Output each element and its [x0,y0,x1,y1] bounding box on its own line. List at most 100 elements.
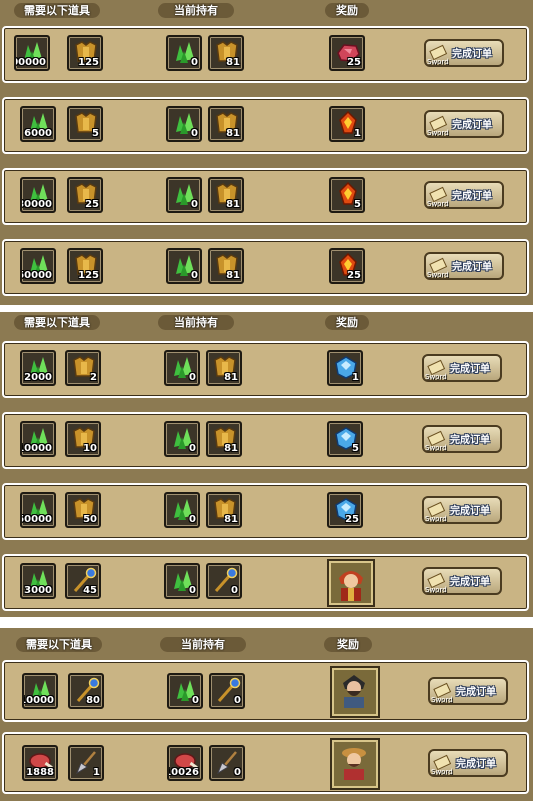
own-gem-slot[interactable]: 0 [167,673,203,709]
own-armor-slot[interactable]: 81 [206,421,242,457]
item-count: 0 [191,57,198,68]
item-count: 3000 [24,585,52,596]
req-gem-slot[interactable]: 30000 [20,177,56,213]
item-count: 25 [347,270,361,281]
complete-order-button[interactable]: 完成订单 Sword [424,39,504,67]
req-armor-slot[interactable]: 125 [67,248,103,284]
panel-header: 需要以下道具 当前持有 奖励 [0,0,533,20]
req-armor-slot[interactable]: 5 [67,106,103,142]
own-armor-slot[interactable]: 81 [206,350,242,386]
req-armor-slot[interactable]: 25 [67,177,103,213]
req-armor-slot[interactable]: 50 [65,492,101,528]
req-gem-slot[interactable]: 10000 [20,421,56,457]
order-row: 1888 1 10026 0 完成订单 Sword [2,732,529,794]
item-count: 0 [191,270,198,281]
button-label: 完成订单 [450,435,490,446]
panel-header: 需要以下道具 当前持有 奖励 [0,312,533,332]
item-count: 0 [189,585,196,596]
reward-slot[interactable]: 1 [329,106,365,142]
item-count: 125 [78,270,99,281]
req-staff-slot[interactable]: 45 [65,563,101,599]
header-owned: 当前持有 [158,315,234,330]
reward-slot[interactable]: 25 [329,248,365,284]
own-armor-slot[interactable]: 81 [208,248,244,284]
item-count: 30000 [20,199,52,210]
item-count: 0 [191,199,198,210]
req-staff-slot[interactable]: 80 [68,673,104,709]
complete-order-button[interactable]: 完成订单 Sword [424,110,504,138]
req-gem-slot[interactable]: 50000 [20,492,56,528]
own-gem-slot[interactable]: 0 [164,492,200,528]
own-staff-slot[interactable]: 0 [209,673,245,709]
complete-order-button[interactable]: 完成订单 Sword [424,252,504,280]
req-armor-slot[interactable]: 2 [65,350,101,386]
own-gem-slot[interactable]: 0 [164,563,200,599]
reward-hero-portrait[interactable] [330,666,380,718]
complete-order-button[interactable]: 完成订单 Sword [422,567,502,595]
item-count: 5 [92,128,99,139]
reward-slot[interactable]: 5 [329,177,365,213]
header-reward: 奖励 [325,3,369,18]
item-count: 10000 [20,443,52,454]
req-armor-slot[interactable]: 10 [65,421,101,457]
req-gem-slot[interactable]: 2000 [20,350,56,386]
header-reward: 奖励 [325,315,369,330]
own-gem-slot[interactable]: 0 [166,106,202,142]
item-count: 1888 [26,767,54,778]
item-count: 10026 [167,767,199,778]
item-count: 1 [354,128,361,139]
reward-hero-portrait[interactable] [327,559,375,607]
complete-order-button[interactable]: 完成订单 Sword [422,496,502,524]
reward-slot[interactable]: 25 [327,492,363,528]
req-gem-slot[interactable]: 6000 [20,106,56,142]
item-count: 150000 [22,270,52,281]
button-sublabel: Sword [427,58,449,66]
req-meat-slot[interactable]: 1888 [22,745,58,781]
reward-slot[interactable]: 1 [327,350,363,386]
complete-order-button[interactable]: 完成订单 Sword [422,425,502,453]
reward-slot[interactable]: 5 [327,421,363,457]
own-gem-slot[interactable]: 0 [166,35,202,71]
req-gem-slot[interactable]: 100000 [14,35,50,71]
item-count: 2 [90,372,97,383]
order-row: 30000 25 0 81 5 完成订单 Sword [2,168,529,225]
button-label: 完成订单 [450,364,490,375]
own-shovel-slot[interactable]: 0 [209,745,245,781]
complete-order-button[interactable]: 完成订单 Sword [428,749,508,777]
req-shovel-slot[interactable]: 1 [68,745,104,781]
req-gem-slot[interactable]: 150000 [20,248,56,284]
order-row: 10000 10 0 81 5 完成订单 Sword [2,412,529,469]
item-count: 2000 [24,372,52,383]
order-row: 10000 80 0 0 完成订单 Sword [2,660,529,722]
own-gem-slot[interactable]: 0 [164,350,200,386]
item-count: 100000 [16,57,46,68]
req-gem-slot[interactable]: 3000 [20,563,56,599]
own-gem-slot[interactable]: 0 [166,177,202,213]
button-sublabel: Sword [427,129,449,137]
own-armor-slot[interactable]: 81 [206,492,242,528]
order-row: 2000 2 0 81 1 完成订单 Sword [2,341,529,398]
header-owned: 当前持有 [160,637,246,652]
own-meat-slot[interactable]: 10026 [167,745,203,781]
own-staff-slot[interactable]: 0 [206,563,242,599]
own-armor-slot[interactable]: 81 [208,106,244,142]
reward-slot[interactable]: 25 [329,35,365,71]
item-count: 0 [191,128,198,139]
own-gem-slot[interactable]: 0 [166,248,202,284]
req-gem-slot[interactable]: 10000 [22,673,58,709]
reward-hero-portrait[interactable] [330,738,380,790]
item-count: 50 [83,514,97,525]
own-armor-slot[interactable]: 81 [208,177,244,213]
own-gem-slot[interactable]: 0 [164,421,200,457]
item-count: 50000 [20,514,52,525]
complete-order-button[interactable]: 完成订单 Sword [424,181,504,209]
req-armor-slot[interactable]: 125 [67,35,103,71]
item-count: 1 [93,767,100,778]
hero-portrait-icon [342,748,366,780]
own-armor-slot[interactable]: 81 [208,35,244,71]
button-label: 完成订单 [452,49,492,60]
complete-order-button[interactable]: 完成订单 Sword [428,677,508,705]
button-sublabel: Sword [425,515,447,523]
button-sublabel: Sword [425,444,447,452]
complete-order-button[interactable]: 完成订单 Sword [422,354,502,382]
